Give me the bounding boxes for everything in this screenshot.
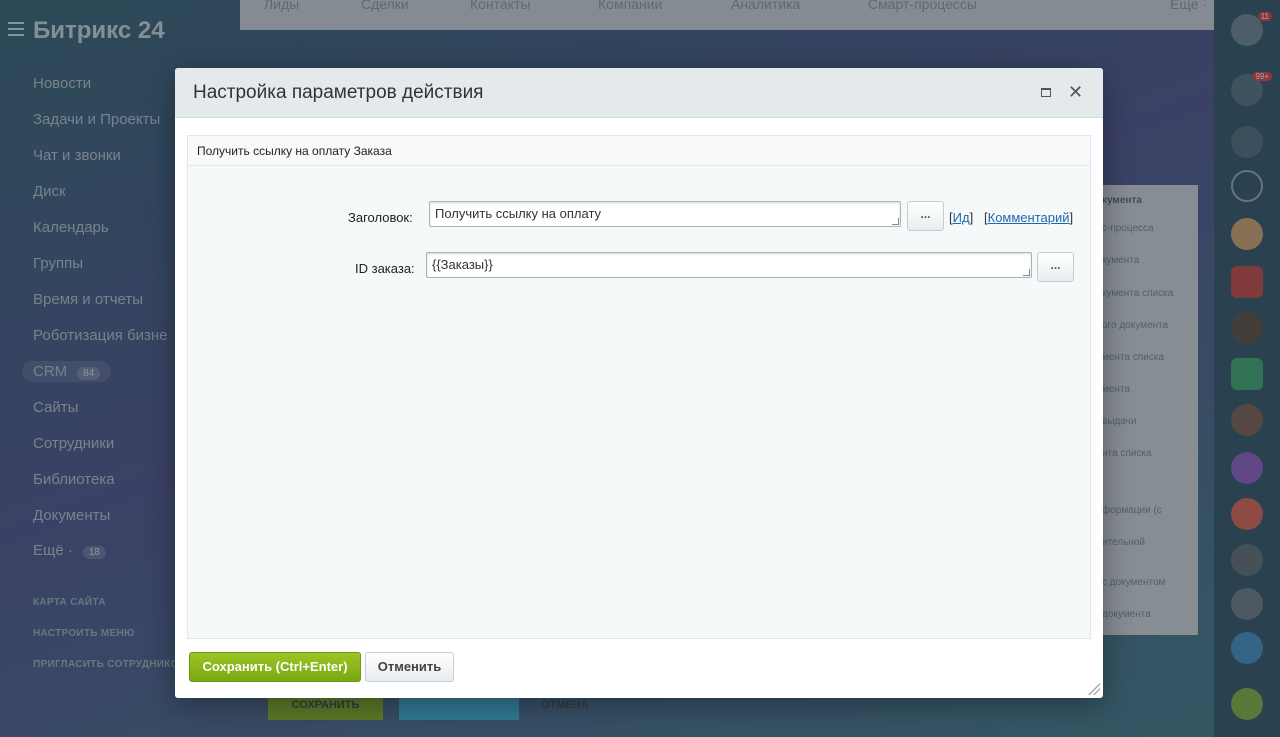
section-title: Получить ссылку на оплату Заказа <box>188 136 1090 166</box>
resize-handle-icon[interactable] <box>892 218 899 225</box>
order-id-input[interactable]: {{Заказы}} <box>426 252 1032 278</box>
dialog-header[interactable]: Настройка параметров действия ✕ <box>175 68 1103 118</box>
resize-handle-icon[interactable] <box>1023 269 1030 276</box>
title-field-label: Заголовок: <box>348 210 413 225</box>
action-settings-dialog: Настройка параметров действия ✕ Получить… <box>175 68 1103 698</box>
comment-link[interactable]: Комментарий <box>988 210 1070 225</box>
dialog-resize-icon[interactable] <box>1088 683 1100 695</box>
id-link[interactable]: Ид <box>953 210 970 225</box>
title-input[interactable]: Получить ссылку на оплату <box>429 201 901 227</box>
title-select-button[interactable]: ... <box>907 201 944 231</box>
order-id-label: ID заказа: <box>355 261 415 276</box>
cancel-button[interactable]: Отменить <box>365 652 454 682</box>
title-links: [Ид] [Комментарий] <box>949 210 1074 225</box>
maximize-icon[interactable] <box>1041 88 1051 97</box>
dialog-body: Получить ссылку на оплату Заказа Заголов… <box>187 135 1091 639</box>
order-id-select-button[interactable]: ... <box>1037 252 1074 282</box>
dialog-title: Настройка параметров действия <box>193 82 484 103</box>
save-button[interactable]: Сохранить (Ctrl+Enter) <box>189 652 361 682</box>
close-icon[interactable]: ✕ <box>1068 82 1083 102</box>
